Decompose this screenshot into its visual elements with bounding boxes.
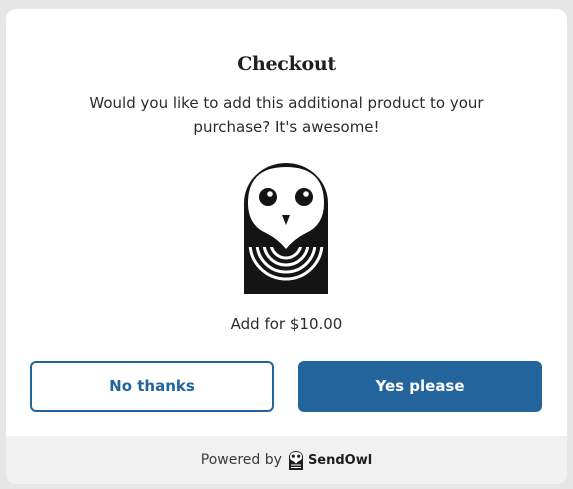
sendowl-brand-link[interactable]: SendOwl — [288, 450, 373, 470]
upsell-message: Would you like to add this additional pr… — [89, 94, 484, 136]
powered-by-label: Powered by — [200, 452, 282, 468]
checkout-modal: Checkout Would you like to add this addi… — [6, 9, 567, 484]
sendowl-brand-name: SendOwl — [307, 452, 373, 468]
no-thanks-button[interactable]: No thanks — [30, 361, 274, 412]
powered-by-footer: Powered by SendOwl — [6, 436, 567, 484]
owl-icon — [288, 450, 303, 470]
yes-please-button[interactable]: Yes please — [298, 361, 542, 412]
owl-logo-icon — [244, 163, 328, 294]
modal-title: Checkout — [237, 53, 336, 75]
add-price-label: Add for $10.00 — [230, 315, 343, 333]
